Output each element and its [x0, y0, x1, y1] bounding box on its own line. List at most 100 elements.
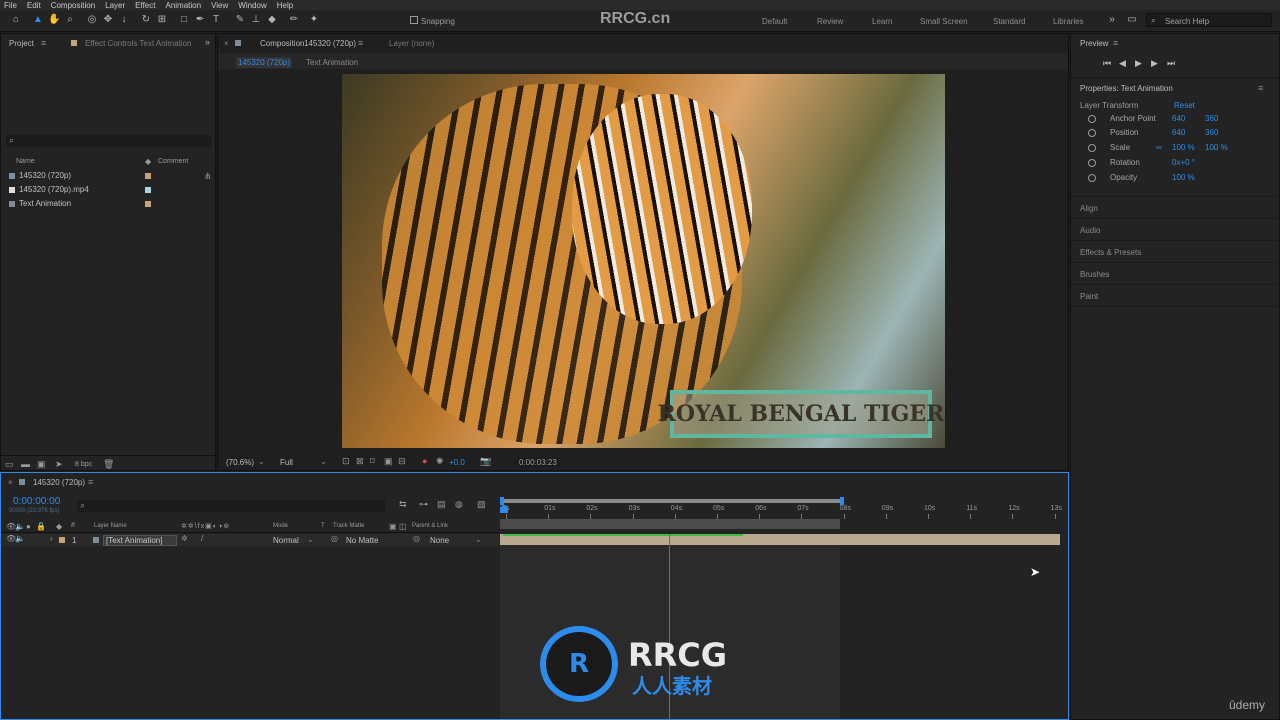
home-icon[interactable]: ⌂ [10, 14, 22, 26]
stopwatch-icon[interactable] [1088, 158, 1096, 167]
draft-3d-icon[interactable]: ⊶ [419, 499, 428, 510]
workspace-libraries[interactable]: Libraries [1053, 17, 1084, 26]
bpc-label[interactable]: 8 bpc [75, 461, 92, 468]
exposure-value[interactable]: +0.0 [449, 458, 465, 467]
menu-file[interactable]: File [4, 1, 17, 10]
col-track-matte[interactable]: Track Matte [333, 523, 364, 529]
panel-menu-icon[interactable]: ≡ [358, 38, 363, 48]
current-timecode[interactable]: 0:00:00:00 [13, 496, 60, 507]
color-management-icon[interactable]: ✺ [436, 456, 444, 467]
pan-behind-icon[interactable]: ⊞ [156, 14, 168, 26]
audio-icon[interactable]: 🔈 [15, 534, 25, 543]
composition-mini-flowchart-icon[interactable]: ⇆ [399, 499, 407, 510]
col-comment-header[interactable]: Comment [158, 158, 188, 165]
close-tab-icon[interactable]: × [224, 39, 229, 48]
col-layer-name[interactable]: Layer Name [94, 523, 127, 529]
hand-tool-icon[interactable]: ✋ [48, 14, 60, 26]
workspace-learn[interactable]: Learn [872, 17, 892, 26]
timeline-search-input[interactable]: ⌕ [77, 500, 385, 512]
align-panel[interactable]: Align [1080, 204, 1098, 213]
property-value-y[interactable]: 360 [1205, 128, 1218, 137]
snapshot-icon[interactable]: 📷 [480, 456, 491, 467]
menu-window[interactable]: Window [238, 1, 266, 10]
workspace-default[interactable]: Default [762, 17, 787, 26]
delete-icon[interactable]: 🗑 [103, 459, 114, 470]
first-frame-icon[interactable]: ⏮ [1103, 58, 1111, 69]
project-item[interactable]: 145320 (720p) [9, 171, 71, 180]
brushes-panel[interactable]: Brushes [1080, 270, 1109, 279]
menu-composition[interactable]: Composition [51, 1, 95, 10]
menu-edit[interactable]: Edit [27, 1, 41, 10]
close-tab-icon[interactable]: × [8, 478, 13, 487]
matte-pickwhip-icon[interactable]: ◎ [331, 534, 338, 543]
property-value-y[interactable]: 360 [1205, 114, 1218, 123]
sync-icon[interactable]: ▭ [1126, 14, 1138, 26]
shy-layers-icon[interactable]: ▤ [437, 499, 446, 510]
expand-panels-icon[interactable]: » [205, 37, 210, 47]
guides-icon[interactable]: ▣ [384, 456, 393, 467]
work-area-start-handle[interactable] [500, 497, 504, 505]
layer-label-swatch[interactable] [59, 537, 65, 543]
project-tab[interactable]: Project [9, 39, 34, 48]
layer-duration-bar[interactable] [500, 534, 1060, 545]
zoom-dropdown[interactable]: (70.6%) [226, 458, 254, 467]
search-help-input[interactable]: ⌕ Search Help [1146, 13, 1272, 27]
selection-tool-icon[interactable]: ▲ [32, 14, 44, 26]
effects-presets-panel[interactable]: Effects & Presets [1080, 248, 1141, 257]
workspace-review[interactable]: Review [817, 17, 843, 26]
property-value-x[interactable]: 640 [1172, 128, 1205, 137]
next-frame-icon[interactable]: ▶ [1151, 58, 1158, 69]
play-icon[interactable]: ▶ [1135, 58, 1142, 69]
menu-effect[interactable]: Effect [135, 1, 155, 10]
safe-zones-icon[interactable]: ⊟ [398, 456, 406, 467]
brush-tool-icon[interactable]: ✎ [234, 14, 246, 26]
layer-tab[interactable]: Layer (none) [389, 39, 434, 48]
project-search-input[interactable]: ⌕ [6, 135, 211, 147]
property-value[interactable]: 100 % [1172, 173, 1195, 182]
stopwatch-icon[interactable] [1088, 143, 1096, 152]
composition-tab-label[interactable]: Composition [260, 39, 304, 48]
dolly-camera-icon[interactable]: ↓ [118, 14, 130, 26]
orbit-camera-icon[interactable]: ◎ [86, 14, 98, 26]
flowchart-icon[interactable]: ⋔ [204, 171, 212, 182]
puppet-pin-icon[interactable]: ✦ [308, 14, 320, 26]
workspace-small-screen[interactable]: Small Screen [920, 17, 968, 26]
breadcrumb-text-animation[interactable]: Text Animation [306, 58, 358, 67]
property-value-x[interactable]: 100 % [1172, 143, 1205, 152]
layer-row[interactable]: 👁 🔈 › 1 [Text Animation] ✲ / Normal ⌄ ◎ … [1, 534, 499, 546]
type-tool-icon[interactable]: T [210, 14, 222, 26]
menu-animation[interactable]: Animation [165, 1, 201, 10]
transparency-grid-icon[interactable]: ⊠ [356, 456, 364, 467]
interpret-footage-icon[interactable]: ▭ [5, 459, 14, 470]
current-time-indicator[interactable] [500, 505, 508, 513]
mode-dropdown[interactable]: Normal [273, 536, 299, 545]
workspace-standard[interactable]: Standard [993, 17, 1025, 26]
previous-frame-icon[interactable]: ◀ [1119, 58, 1126, 69]
stopwatch-icon[interactable] [1088, 114, 1096, 123]
mask-visibility-icon[interactable]: ⌑ [370, 456, 375, 467]
effect-controls-tab[interactable]: Effect Controls Text Animation [85, 39, 191, 48]
timeline-tab[interactable]: 145320 (720p) [33, 478, 85, 487]
composition-tab-name[interactable]: 145320 (720p) [304, 39, 356, 48]
stopwatch-icon[interactable] [1088, 128, 1096, 137]
work-area-end-handle[interactable] [840, 497, 844, 505]
parent-pickwhip-icon[interactable]: ◎ [413, 534, 420, 543]
region-of-interest-icon[interactable]: ⊡ [342, 456, 350, 467]
paint-panel[interactable]: Paint [1080, 292, 1098, 301]
new-composition-icon[interactable]: ▣ [37, 459, 46, 470]
eraser-tool-icon[interactable]: ◆ [266, 14, 278, 26]
breadcrumb-comp[interactable]: 145320 (720p) [236, 57, 293, 68]
motion-blur-icon[interactable]: ◍ [455, 499, 463, 510]
stopwatch-icon[interactable] [1088, 173, 1096, 182]
pen-tool-icon[interactable]: ✒ [194, 14, 206, 26]
title-text-box[interactable]: ROYAL BENGAL TIGER [658, 390, 944, 438]
project-item[interactable]: Text Animation [9, 199, 71, 208]
snapping-checkbox[interactable] [410, 16, 418, 24]
more-workspaces-icon[interactable]: » [1106, 14, 1118, 26]
track-matte-dropdown[interactable]: No Matte [346, 536, 378, 545]
render-queue-icon[interactable]: ➤ [55, 459, 63, 470]
last-frame-icon[interactable]: ⏭ [1167, 58, 1175, 69]
layer-name[interactable]: [Text Animation] [103, 535, 177, 546]
composition-viewer[interactable]: ROYAL BENGAL TIGER [342, 74, 945, 448]
shape-tool-icon[interactable]: □ [178, 14, 190, 26]
